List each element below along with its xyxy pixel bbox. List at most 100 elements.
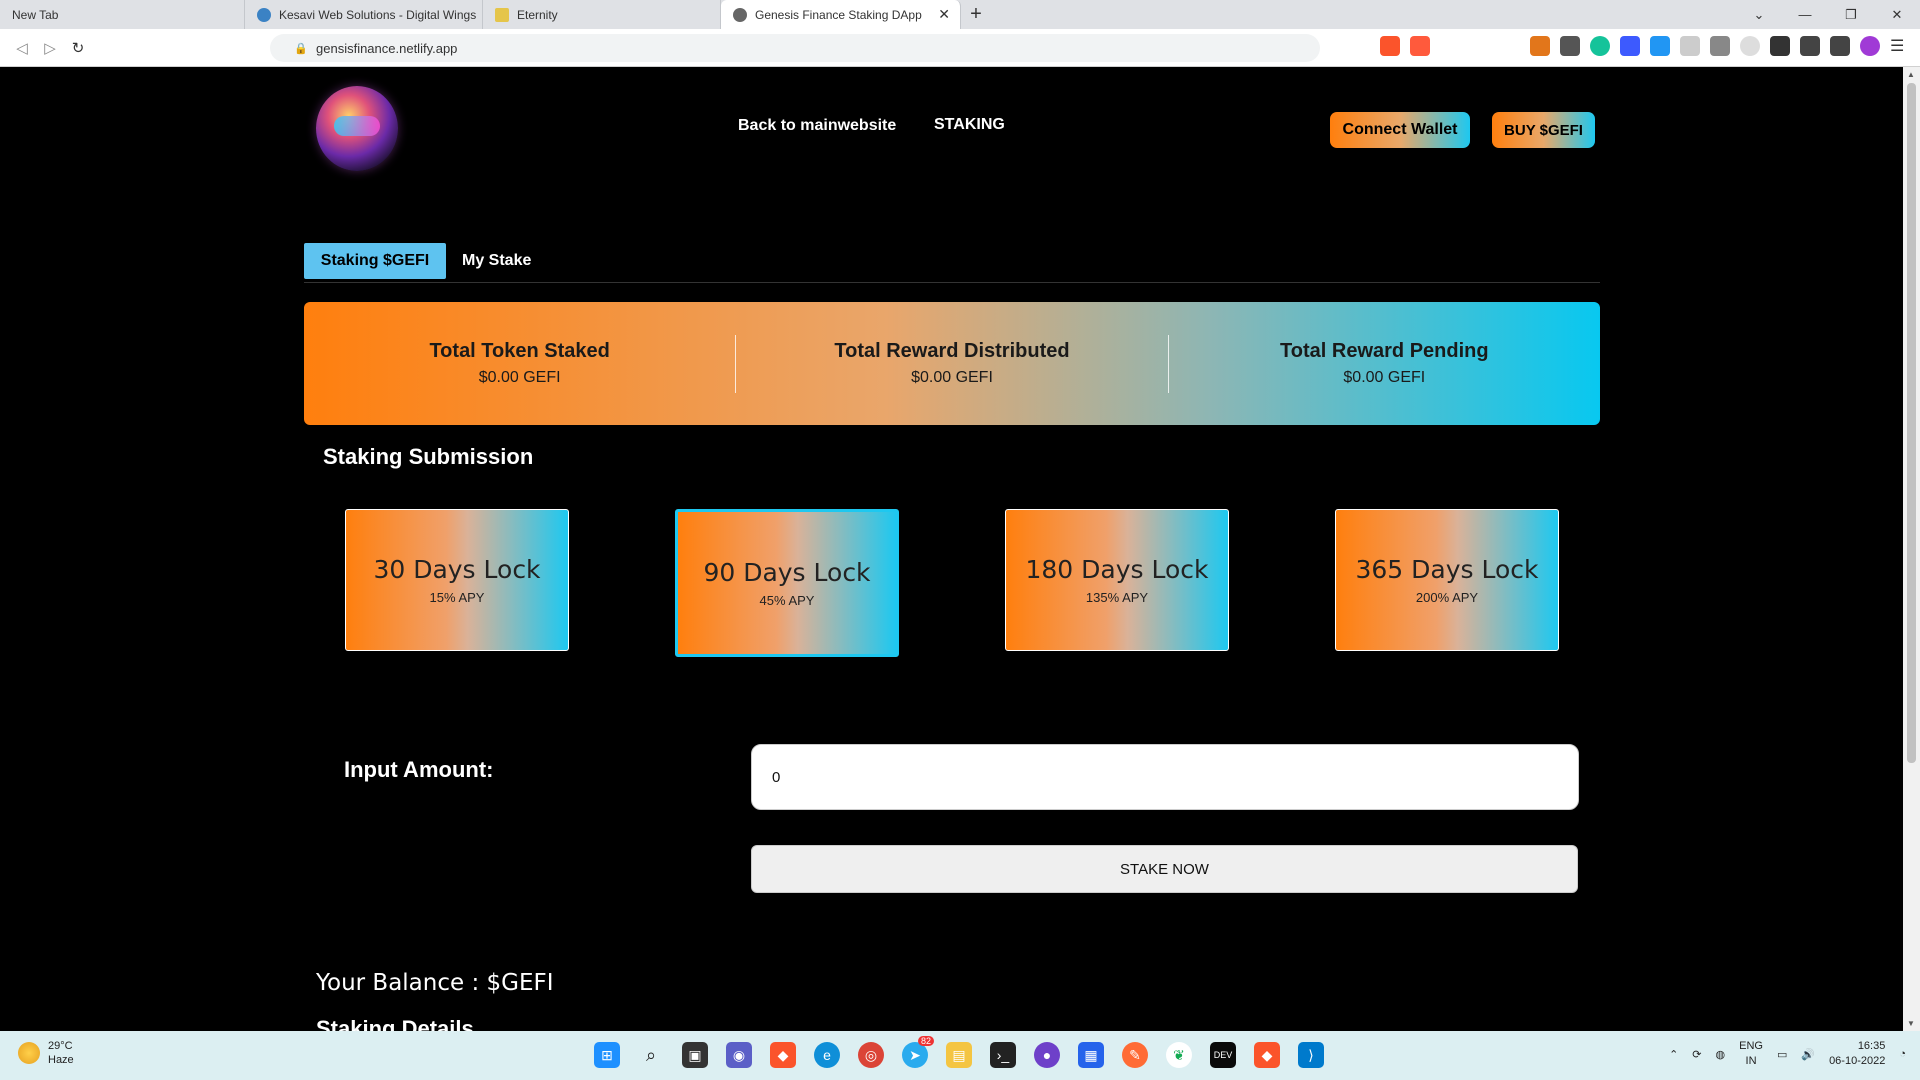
stat-value: $0.00 GEFI bbox=[478, 369, 561, 386]
search-icon[interactable]: ⌕ bbox=[638, 1042, 664, 1068]
stat-reward-distributed: Total Reward Distributed $0.00 GEFI bbox=[736, 340, 1167, 387]
lock-apy-label: 135% APY bbox=[1085, 590, 1149, 605]
restore-icon[interactable]: ❐ bbox=[1828, 0, 1874, 29]
scroll-down-icon[interactable]: ▼ bbox=[1907, 1019, 1915, 1028]
location-icon[interactable]: ◍ bbox=[1716, 1048, 1726, 1061]
staking-details-title: Staking Details bbox=[316, 1016, 474, 1031]
postman-icon[interactable]: ✎ bbox=[1122, 1042, 1148, 1068]
weather-text: 29°C Haze bbox=[48, 1039, 74, 1067]
haze-weather-icon bbox=[18, 1042, 40, 1064]
sync-icon[interactable]: ⟳ bbox=[1692, 1048, 1701, 1061]
telegram-icon[interactable]: ➤ 82 bbox=[902, 1036, 934, 1068]
lock-apy-label: 15% APY bbox=[429, 590, 485, 605]
staking-nav-link[interactable]: STAKING bbox=[934, 116, 1005, 134]
text-extension-icon[interactable] bbox=[1680, 36, 1700, 56]
download-icon[interactable] bbox=[1650, 36, 1670, 56]
browser-tab-kesavi[interactable]: Kesavi Web Solutions - Digital Wings bbox=[245, 0, 483, 29]
stake-now-button[interactable]: STAKE NOW bbox=[751, 845, 1578, 893]
connect-wallet-button[interactable]: Connect Wallet bbox=[1330, 112, 1470, 148]
lock-apy-label: 45% APY bbox=[759, 593, 815, 608]
chrome-icon[interactable]: ◎ bbox=[858, 1042, 884, 1068]
windows-start-icon[interactable]: ⊞ bbox=[594, 1042, 620, 1068]
stat-label: Total Token Staked bbox=[429, 340, 610, 362]
date: 06-10-2022 bbox=[1829, 1055, 1886, 1067]
close-tab-icon[interactable]: ✕ bbox=[938, 6, 950, 23]
puzzle-icon[interactable] bbox=[1770, 36, 1790, 56]
chat-icon[interactable]: ◉ bbox=[726, 1042, 752, 1068]
page-scrollbar[interactable]: ▲ ▼ bbox=[1903, 67, 1920, 1031]
address-bar: ◁ ▷ ↻ 🔖 🔒 gensisfinance.netlify.app ☰ bbox=[0, 29, 1920, 67]
minimize-icon[interactable]: — bbox=[1782, 0, 1828, 29]
weather-widget[interactable]: 29°C Haze bbox=[18, 1039, 74, 1067]
lock-card-30-days[interactable]: 30 Days Lock 15% APY bbox=[345, 509, 569, 651]
dev-icon[interactable]: DEV bbox=[1210, 1042, 1236, 1068]
lock-days-label: 365 Days Lock bbox=[1355, 555, 1539, 584]
url-field[interactable]: 🔒 gensisfinance.netlify.app bbox=[270, 34, 1320, 62]
region-code: IN bbox=[1745, 1055, 1757, 1067]
genesis-logo[interactable] bbox=[316, 86, 398, 171]
tab-my-stake[interactable]: My Stake bbox=[462, 243, 531, 279]
close-window-icon[interactable]: ✕ bbox=[1874, 0, 1920, 29]
mongodb-icon[interactable]: ❦ bbox=[1166, 1042, 1192, 1068]
tab-title: New Tab bbox=[12, 7, 59, 22]
brave-rewards-icon[interactable] bbox=[1410, 36, 1430, 56]
volume-icon[interactable]: 🔊 bbox=[1801, 1048, 1815, 1061]
lock-days-label: 90 Days Lock bbox=[703, 558, 871, 587]
wallet-extension-icon[interactable] bbox=[1620, 36, 1640, 56]
extension-circle-icon[interactable] bbox=[1740, 36, 1760, 56]
temperature: 29°C bbox=[48, 1040, 73, 1052]
stat-reward-pending: Total Reward Pending $0.00 GEFI bbox=[1169, 340, 1600, 387]
forward-icon[interactable]: ▷ bbox=[36, 39, 64, 57]
vscode-icon[interactable]: ⟩ bbox=[1298, 1042, 1324, 1068]
brave-shield-icon[interactable] bbox=[1380, 36, 1400, 56]
network-icon[interactable]: ▭ bbox=[1777, 1048, 1787, 1061]
store-icon[interactable]: ▦ bbox=[1078, 1042, 1104, 1068]
staking-tabs: Staking $GEFI My Stake bbox=[304, 243, 1600, 283]
clock[interactable]: 16:35 06-10-2022 bbox=[1829, 1039, 1885, 1069]
terminal-icon[interactable]: ›_ bbox=[990, 1042, 1016, 1068]
browser-tab-new[interactable]: New Tab bbox=[0, 0, 245, 29]
github-desktop-icon[interactable]: ● bbox=[1034, 1042, 1060, 1068]
stat-value: $0.00 GEFI bbox=[1343, 369, 1426, 386]
sidebar-icon[interactable] bbox=[1800, 36, 1820, 56]
back-to-main-link[interactable]: Back to mainwebsite bbox=[738, 117, 896, 135]
edge-icon[interactable]: e bbox=[814, 1042, 840, 1068]
scroll-up-icon[interactable]: ▲ bbox=[1907, 70, 1915, 79]
lock-card-365-days[interactable]: 365 Days Lock 200% APY bbox=[1335, 509, 1559, 651]
browser-tab-eternity[interactable]: Eternity bbox=[483, 0, 721, 29]
browser-tab-genesis[interactable]: Genesis Finance Staking DApp ✕ bbox=[721, 0, 961, 29]
wallet-icon[interactable] bbox=[1830, 36, 1850, 56]
lock-card-90-days[interactable]: 90 Days Lock 45% APY bbox=[675, 509, 899, 657]
dapp-page: Back to mainwebsite STAKING Connect Wall… bbox=[0, 67, 1903, 1031]
your-balance-text: Your Balance : $GEFI bbox=[316, 970, 554, 996]
new-tab-button[interactable]: + bbox=[961, 0, 991, 29]
grammarly-icon[interactable] bbox=[1590, 36, 1610, 56]
lock-days-label: 180 Days Lock bbox=[1025, 555, 1209, 584]
tab-search-icon[interactable]: ⌄ bbox=[1736, 0, 1782, 29]
menu-icon[interactable]: ☰ bbox=[1890, 36, 1910, 56]
buy-gefi-button[interactable]: BUY $GEFI bbox=[1492, 112, 1595, 148]
lock-card-180-days[interactable]: 180 Days Lock 135% APY bbox=[1005, 509, 1229, 651]
stats-banner: Total Token Staked $0.00 GEFI Total Rewa… bbox=[304, 302, 1600, 425]
reload-icon[interactable]: ↻ bbox=[64, 39, 92, 57]
url-text: gensisfinance.netlify.app bbox=[316, 40, 458, 56]
amount-input[interactable] bbox=[751, 744, 1579, 810]
scrollbar-thumb[interactable] bbox=[1907, 83, 1916, 763]
notification-icon[interactable]: ◔ bbox=[1899, 1048, 1906, 1060]
tab-staking-gefi[interactable]: Staking $GEFI bbox=[304, 243, 446, 279]
back-icon[interactable]: ◁ bbox=[8, 39, 36, 57]
task-view-icon[interactable]: ▣ bbox=[682, 1042, 708, 1068]
file-explorer-icon[interactable]: ▤ bbox=[946, 1042, 972, 1068]
eternity-favicon-icon bbox=[495, 7, 509, 22]
brave-active-icon[interactable]: ◆ bbox=[1254, 1042, 1280, 1068]
code-extension-icon[interactable] bbox=[1710, 36, 1730, 56]
metamask-icon[interactable] bbox=[1530, 36, 1550, 56]
extension-icon[interactable] bbox=[1560, 36, 1580, 56]
brave-browser-icon[interactable]: ◆ bbox=[770, 1042, 796, 1068]
language-code: ENG bbox=[1739, 1040, 1763, 1052]
language-indicator[interactable]: ENG IN bbox=[1739, 1039, 1763, 1069]
taskbar-apps: ⊞ ⌕ ▣ ◉ ◆ e ◎ ➤ 82 ▤ ›_ ● ▦ ✎ ❦ DEV ◆ ⟩ bbox=[594, 1036, 1324, 1068]
chevron-up-icon[interactable]: ⌃ bbox=[1669, 1048, 1678, 1061]
browser-tab-strip: New Tab Kesavi Web Solutions - Digital W… bbox=[0, 0, 1920, 29]
profile-avatar[interactable] bbox=[1860, 36, 1880, 56]
